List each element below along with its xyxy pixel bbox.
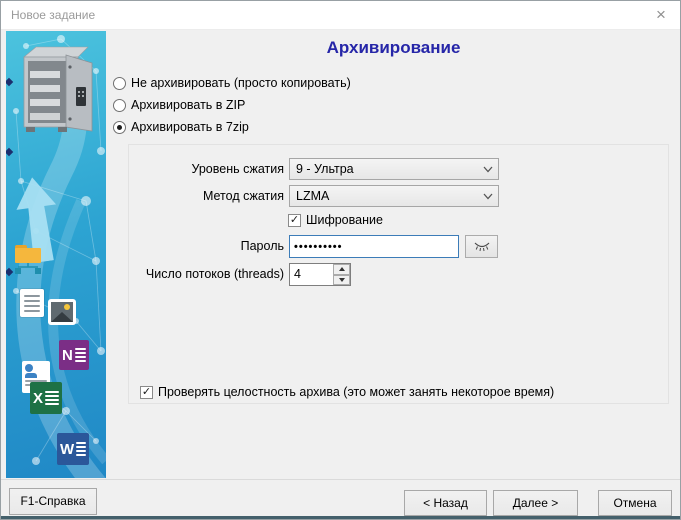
sidebar-artwork: N X W xyxy=(6,31,106,478)
word-icon: W xyxy=(57,433,89,465)
password-input[interactable] xyxy=(289,235,459,258)
title-bar: Новое задание × xyxy=(1,1,680,30)
compression-method-label: Метод сжатия xyxy=(109,185,284,208)
compression-level-value: 9 - Ультра xyxy=(296,162,354,176)
stepper-down-button[interactable] xyxy=(333,275,350,286)
eye-closed-icon xyxy=(473,241,491,252)
back-button[interactable]: < Назад xyxy=(404,490,487,516)
radio-archive-7zip[interactable]: Архивировать в 7zip xyxy=(113,119,249,135)
image-icon xyxy=(48,299,76,325)
radio-selected-icon xyxy=(113,121,126,134)
safe-illustration xyxy=(14,41,98,136)
threads-input[interactable] xyxy=(290,264,332,283)
threads-label: Число потоков (threads) xyxy=(109,263,284,286)
verify-label: Проверять целостность архива (это может … xyxy=(158,385,554,399)
new-task-dialog: Новое задание × xyxy=(0,0,681,520)
threads-stepper[interactable] xyxy=(289,263,351,286)
compression-level-label: Уровень сжатия xyxy=(109,158,284,181)
network-folder-icon xyxy=(15,245,43,275)
radio-archive-zip[interactable]: Архивировать в ZIP xyxy=(113,97,245,113)
triangle-up-icon xyxy=(339,267,345,271)
radio-circle-icon xyxy=(113,99,126,112)
excel-icon: X xyxy=(30,382,62,414)
onenote-icon: N xyxy=(59,340,89,370)
radio-circle-icon xyxy=(113,77,126,90)
close-icon: × xyxy=(656,5,666,24)
radio-label: Не архивировать (просто копировать) xyxy=(131,76,351,90)
encryption-checkbox[interactable]: ✓ Шифрование xyxy=(288,213,383,227)
footer-separator xyxy=(1,479,680,480)
radio-label: Архивировать в ZIP xyxy=(131,98,245,112)
triangle-down-icon xyxy=(339,278,345,282)
stepper-up-button[interactable] xyxy=(333,264,350,275)
page-title: Архивирование xyxy=(111,38,676,58)
compression-method-value: LZMA xyxy=(296,189,329,203)
checkbox-checked-icon: ✓ xyxy=(140,386,153,399)
radio-no-archive[interactable]: Не архивировать (просто копировать) xyxy=(113,75,351,91)
compression-level-select[interactable]: 9 - Ультра xyxy=(289,158,499,180)
checkbox-checked-icon: ✓ xyxy=(288,214,301,227)
close-button[interactable]: × xyxy=(650,4,672,26)
help-button[interactable]: F1-Справка xyxy=(9,488,97,515)
next-button[interactable]: Далее > xyxy=(493,490,578,516)
verify-checkbox[interactable]: ✓ Проверять целостность архива (это може… xyxy=(140,385,554,399)
window-title: Новое задание xyxy=(11,8,95,22)
encryption-label: Шифрование xyxy=(306,213,383,227)
show-password-button[interactable] xyxy=(465,235,498,258)
radio-label: Архивировать в 7zip xyxy=(131,120,249,134)
document-icon xyxy=(20,289,44,317)
chevron-down-icon xyxy=(483,166,493,173)
password-label: Пароль xyxy=(109,235,284,258)
cancel-button[interactable]: Отмена xyxy=(598,490,672,516)
chevron-down-icon xyxy=(483,193,493,200)
compression-method-select[interactable]: LZMA xyxy=(289,185,499,207)
